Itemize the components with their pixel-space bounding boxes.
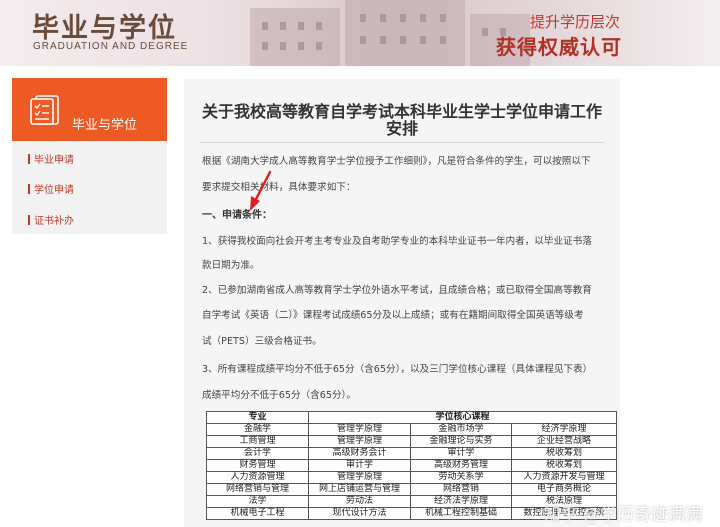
title-divider xyxy=(200,142,604,143)
intro-line-2: 要求提交相关材料，具体要求如下： xyxy=(202,182,356,193)
table-row: 金融学 管理学原理 金融市场学 经济学原理 xyxy=(206,423,617,436)
cell: 机械电子工程 xyxy=(206,507,309,520)
cell: 劳动关系学 xyxy=(410,471,512,484)
item-marker xyxy=(28,215,30,225)
section-heading: 一、申请条件： xyxy=(202,210,272,221)
table-header-row: 专业 学位核心课程 xyxy=(206,411,617,424)
cell: 审计学 xyxy=(308,459,411,472)
condition-1-line-1: 1、获得我校面向社会开考主考专业及自考助学专业的本科毕业证书一年内者，以毕业证书… xyxy=(202,236,592,247)
condition-3-line-1: 3、所有课程成绩平均分不低于65分（含65分），以及三门学位核心课程（具体课程见… xyxy=(202,364,593,375)
cell: 金融学 xyxy=(206,423,309,436)
sidebar-item-label: 学位申请 xyxy=(34,185,74,196)
cell: 网络营销 xyxy=(410,483,512,496)
cell: 机械工程控制基础 xyxy=(410,507,512,520)
banner-slogan-top: 提升学历层次 xyxy=(529,13,620,31)
article-title: 关于我校高等教育自学考试本科毕业生学士学位申请工作安排 xyxy=(201,102,602,138)
cell: 网络营销与管理 xyxy=(206,483,309,496)
condition-2-line-3: 试（PETS）三级合格证书。 xyxy=(202,336,322,347)
cell: 现代设计方法 xyxy=(308,507,411,520)
cell: 金融市场学 xyxy=(410,423,512,436)
header-major: 专业 xyxy=(206,411,309,424)
condition-1-line-2: 款日期为准。 xyxy=(202,260,260,271)
cell: 财务管理 xyxy=(206,459,309,472)
banner-subtitle: GRADUATION AND DEGREE xyxy=(33,41,189,52)
sidebar-item-certificate-reissue[interactable]: 证书补办 xyxy=(28,212,74,227)
table-row: 会计学 高级财务会计 审计学 税收筹划 xyxy=(206,447,617,460)
intro-line-1: 根据《湖南大学成人高等教育学士学位授予工作细则》，凡是符合条件的学生，可以按照以… xyxy=(202,156,591,167)
document-checklist-icon xyxy=(30,95,59,125)
cell: 企业经营战略 xyxy=(511,435,617,448)
condition-2-line-1: 2、已参加湖南省成人高等教育学士学位外语水平考试，且成绩合格；或已取得全国高等教… xyxy=(202,285,592,296)
cell: 税收筹划 xyxy=(511,459,617,472)
banner-building xyxy=(345,0,465,66)
sidebar-item-label: 证书补办 xyxy=(34,216,74,227)
cell: 管理学原理 xyxy=(308,435,411,448)
banner-title: 毕业与学位 xyxy=(32,13,177,44)
cell: 经济法学原理 xyxy=(410,495,512,508)
cell: 人力资源开发与管理 xyxy=(511,471,617,484)
cell: 电子商务概论 xyxy=(511,483,617,496)
watermark: 知乎 @学历奇迹满满 xyxy=(543,505,702,525)
condition-2-line-2: 自学考试《英语（二）》课程考试成绩65分及以上成绩；或有在籍期间取得全国英语等级… xyxy=(202,310,584,321)
cell: 审计学 xyxy=(410,447,512,460)
cell: 会计学 xyxy=(206,447,309,460)
item-marker xyxy=(28,154,30,164)
banner-slogan-main: 获得权威认可 xyxy=(496,35,622,59)
sidebar-title: 毕业与学位 xyxy=(72,118,138,133)
table-row: 人力资源管理 管理学原理 劳动关系学 人力资源开发与管理 xyxy=(206,471,617,484)
table-row: 工商管理 管理学原理 金融理论与实务 企业经营战略 xyxy=(206,435,617,448)
sidebar-header: 毕业与学位 xyxy=(12,78,167,141)
table-row: 财务管理 审计学 高级财务管理 税收筹划 xyxy=(206,459,617,472)
cell: 网上店铺运营与管理 xyxy=(308,483,411,496)
header-core-courses: 学位核心课程 xyxy=(308,411,617,424)
sidebar: 毕业与学位 毕业申请 学位申请 证书补办 xyxy=(12,78,167,234)
cell: 税收筹划 xyxy=(511,447,617,460)
cell: 管理学原理 xyxy=(308,471,411,484)
sidebar-item-degree-apply[interactable]: 学位申请 xyxy=(28,181,74,196)
cell: 高级财务管理 xyxy=(410,459,512,472)
cell: 金融理论与实务 xyxy=(410,435,512,448)
header-banner: 毕业与学位 GRADUATION AND DEGREE 提升学历层次 获得权威认… xyxy=(0,0,720,66)
sidebar-item-graduation-apply[interactable]: 毕业申请 xyxy=(28,151,74,166)
item-marker xyxy=(28,184,30,194)
cell: 工商管理 xyxy=(206,435,309,448)
cell: 管理学原理 xyxy=(308,423,411,436)
cell: 法学 xyxy=(206,495,309,508)
cell: 高级财务会计 xyxy=(308,447,411,460)
cell: 人力资源管理 xyxy=(206,471,309,484)
cell: 劳动法 xyxy=(308,495,411,508)
condition-3-line-2: 成绩平均分不低于65分（含65分）。 xyxy=(202,390,356,401)
banner-building xyxy=(250,8,340,66)
sidebar-item-label: 毕业申请 xyxy=(34,155,74,166)
cell: 经济学原理 xyxy=(511,423,617,436)
table-row: 网络营销与管理 网上店铺运营与管理 网络营销 电子商务概论 xyxy=(206,483,617,496)
